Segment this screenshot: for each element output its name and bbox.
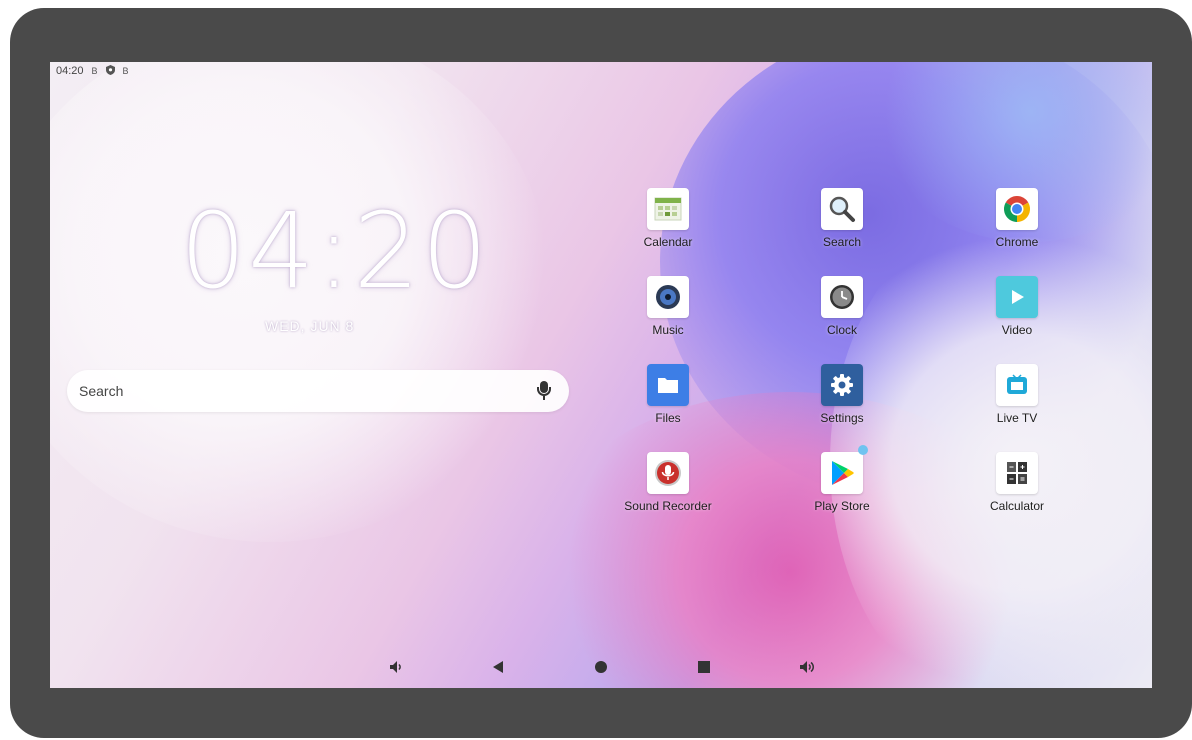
- app-sound-recorder[interactable]: Sound Recorder: [613, 452, 723, 513]
- notification-b-icon: B: [91, 66, 98, 76]
- navigation-bar: [50, 644, 1152, 688]
- folder-icon: [647, 364, 689, 406]
- clock-icon: [821, 276, 863, 318]
- calculator-icon: [996, 452, 1038, 494]
- volume-down-icon[interactable]: [385, 656, 407, 678]
- app-label: Calculator: [989, 499, 1045, 513]
- search-bar[interactable]: Search: [67, 370, 569, 412]
- app-calculator[interactable]: Calculator: [962, 452, 1072, 513]
- notification-dot: [858, 445, 868, 455]
- gear-icon: [821, 364, 863, 406]
- app-label: Music: [652, 323, 684, 337]
- back-icon[interactable]: [487, 656, 509, 678]
- status-time: 04:20: [56, 65, 84, 77]
- app-label: Sound Recorder: [624, 499, 712, 513]
- app-video[interactable]: Video: [962, 276, 1072, 337]
- app-label: Settings: [820, 411, 864, 425]
- app-music[interactable]: Music: [613, 276, 723, 337]
- app-search[interactable]: Search: [787, 188, 897, 249]
- app-settings[interactable]: Settings: [787, 364, 897, 425]
- status-bar: 04:20 B B: [56, 65, 129, 77]
- microphone-icon: [647, 452, 689, 494]
- app-label: Live TV: [996, 411, 1038, 425]
- play-icon: [996, 276, 1038, 318]
- clock-widget-time[interactable]: 04:20: [180, 190, 490, 312]
- magnifier-icon: [821, 188, 863, 230]
- app-label: Files: [655, 411, 681, 425]
- calendar-icon: [647, 188, 689, 230]
- volume-up-icon[interactable]: [796, 656, 818, 678]
- notification-b-icon: B: [122, 66, 129, 76]
- app-clock[interactable]: Clock: [787, 276, 897, 337]
- shield-icon: [105, 65, 115, 77]
- app-label: Search: [822, 235, 862, 249]
- app-label: Play Store: [814, 499, 870, 513]
- app-files[interactable]: Files: [613, 364, 723, 425]
- recents-icon[interactable]: [693, 656, 715, 678]
- app-label: Calendar: [643, 235, 693, 249]
- home-screen: 04:20 B B 04:20 WED, JUN 8 Search Calend…: [50, 62, 1152, 688]
- app-chrome[interactable]: Chrome: [962, 188, 1072, 249]
- microphone-icon[interactable]: [537, 381, 551, 401]
- music-icon: [647, 276, 689, 318]
- app-play-store[interactable]: Play Store: [787, 445, 897, 513]
- home-icon[interactable]: [590, 656, 612, 678]
- app-label: Chrome: [995, 235, 1039, 249]
- search-placeholder: Search: [79, 383, 124, 399]
- chrome-icon: [996, 188, 1038, 230]
- app-label: Clock: [826, 323, 857, 337]
- app-live-tv[interactable]: Live TV: [962, 364, 1072, 425]
- app-calendar[interactable]: Calendar: [613, 188, 723, 249]
- clock-widget-date[interactable]: WED, JUN 8: [265, 318, 354, 334]
- play-store-icon: [821, 445, 868, 494]
- tv-icon: [996, 364, 1038, 406]
- app-label: Video: [1001, 323, 1033, 337]
